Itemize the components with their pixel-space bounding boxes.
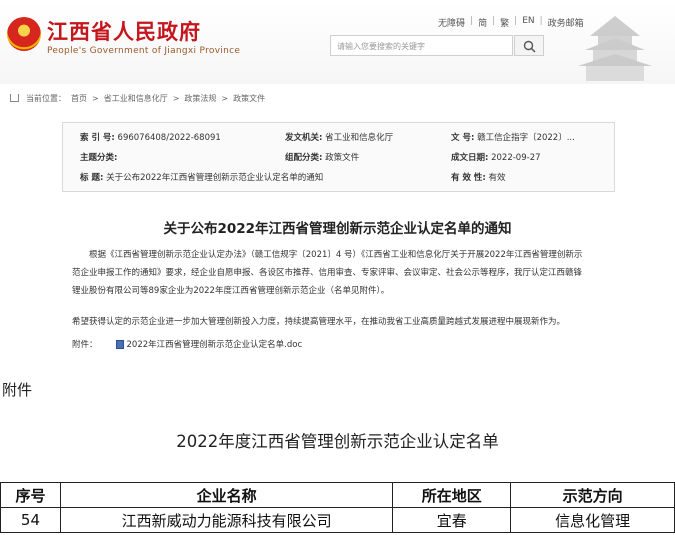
validity-label: 有 效 性:	[451, 173, 486, 183]
national-emblem-icon	[7, 17, 41, 51]
appendix-list-title: 2022年度江西省管理创新示范企业认定名单	[176, 432, 499, 451]
link-separator: |	[492, 16, 496, 26]
table-row: 54 江西新威动力能源科技有限公司 宜春 信息化管理	[0, 507, 675, 533]
breadcrumb-policies[interactable]: 政策法规	[184, 93, 216, 104]
genre-label: 组配分类:	[285, 153, 323, 163]
header-seq: 序号	[0, 482, 61, 508]
home-icon	[10, 94, 19, 102]
paragraph-line: 锂业股份有限公司等89家企业为2022年度江西省管理创新示范企业（名单见附件）。	[72, 286, 390, 296]
cell-company: 江西新威动力能源科技有限公司	[59, 507, 394, 533]
link-traditional[interactable]: 繁	[500, 16, 509, 29]
breadcrumb-policy-docs[interactable]: 政策文件	[233, 93, 265, 104]
breadcrumb-separator: >	[172, 93, 180, 103]
date-value: 2022-09-27	[491, 153, 541, 163]
article-paragraph-1: 根据《江西省管理创新示范企业认定办法》（赣工信规字〔2021〕4 号）《江西省工…	[72, 246, 622, 300]
link-separator: |	[514, 16, 518, 26]
index-value: 696076408/2022-68091	[117, 133, 221, 143]
paragraph-line: 根据《江西省管理创新示范企业认定办法》（赣工信规字〔2021〕4 号）《江西省工…	[89, 250, 583, 260]
search-button[interactable]	[514, 35, 544, 56]
topic-label: 主题分类:	[80, 153, 118, 163]
cell-direction: 信息化管理	[510, 507, 675, 533]
subject-value: 关于公布2022年江西省管理创新示范企业认定名单的通知	[106, 173, 324, 183]
enterprise-table: 序号 企业名称 所在地区 示范方向 54 江西新威动力能源科技有限公司 宜春 信…	[0, 482, 675, 533]
index-label: 索 引 号:	[80, 133, 115, 143]
breadcrumb-home[interactable]: 首页	[71, 93, 87, 104]
breadcrumb: 当前位置： 首页 > 省工业和信息化厅 > 政策法规 > 政策文件	[0, 84, 675, 106]
link-simplified[interactable]: 简	[478, 16, 487, 29]
site-title[interactable]: 江西省人民政府	[47, 16, 201, 46]
validity-value: 有效	[488, 173, 506, 183]
genre-value: 政策文件	[325, 153, 360, 163]
header-direction: 示范方向	[510, 482, 675, 508]
search-icon	[523, 40, 536, 53]
table-header-row: 序号 企业名称 所在地区 示范方向	[0, 482, 675, 508]
subject-label: 标 题:	[80, 173, 104, 183]
doc-file-icon	[115, 339, 124, 349]
breadcrumb-label: 当前位置：	[26, 93, 66, 103]
site-subtitle: People's Government of Jiangxi Province	[47, 46, 241, 56]
attachment-filename[interactable]: 2022年江西省管理创新示范企业认定名单.doc	[127, 338, 303, 350]
breadcrumb-separator: >	[92, 93, 99, 103]
date-label: 成文日期:	[451, 153, 489, 163]
document-meta-box: 索 引 号: 696076408/2022-68091 发文机关: 省工业和信息…	[62, 122, 615, 192]
breadcrumb-department[interactable]: 省工业和信息化厅	[104, 93, 168, 104]
breadcrumb-separator: >	[221, 93, 229, 103]
appendix-label: 附件	[2, 381, 33, 399]
cell-seq: 54	[0, 507, 61, 533]
cell-region: 宜春	[392, 507, 512, 533]
site-header: 江西省人民政府 People's Government of Jiangxi P…	[0, 0, 675, 84]
docno-label: 文 号:	[451, 133, 475, 143]
issuer-label: 发文机关:	[285, 133, 323, 143]
attachment-label: 附件：	[72, 340, 98, 350]
pavilion-illustration	[578, 16, 652, 81]
search-input[interactable]: 请输入您要搜索的关键字	[330, 35, 513, 56]
link-separator: |	[470, 16, 474, 26]
paragraph-line: 范企业申报工作的通知》要求，经企业自愿申报、各设区市推荐、信用审查、专家评审、会…	[72, 268, 583, 278]
header-region: 所在地区	[392, 482, 512, 508]
attachment-link[interactable]: 2022年江西省管理创新示范企业认定名单.doc	[115, 338, 303, 350]
link-separator: |	[539, 16, 543, 26]
header-company: 企业名称	[59, 482, 394, 508]
issuer-value: 省工业和信息化厅	[325, 133, 394, 143]
attachment-row: 附件： 2022年江西省管理创新示范企业认定名单.doc	[72, 338, 302, 350]
link-english[interactable]: EN	[522, 16, 534, 29]
link-accessibility[interactable]: 无障碍	[438, 16, 465, 29]
docno-value: 赣工信企指字〔2022〕...	[477, 133, 575, 143]
article-title: 关于公布2022年江西省管理创新示范企业认定名单的通知	[163, 221, 512, 237]
article-paragraph-2: 希望获得认定的示范企业进一步加大管理创新投入力度，持续提高管理水平，在推动我省工…	[72, 317, 566, 327]
